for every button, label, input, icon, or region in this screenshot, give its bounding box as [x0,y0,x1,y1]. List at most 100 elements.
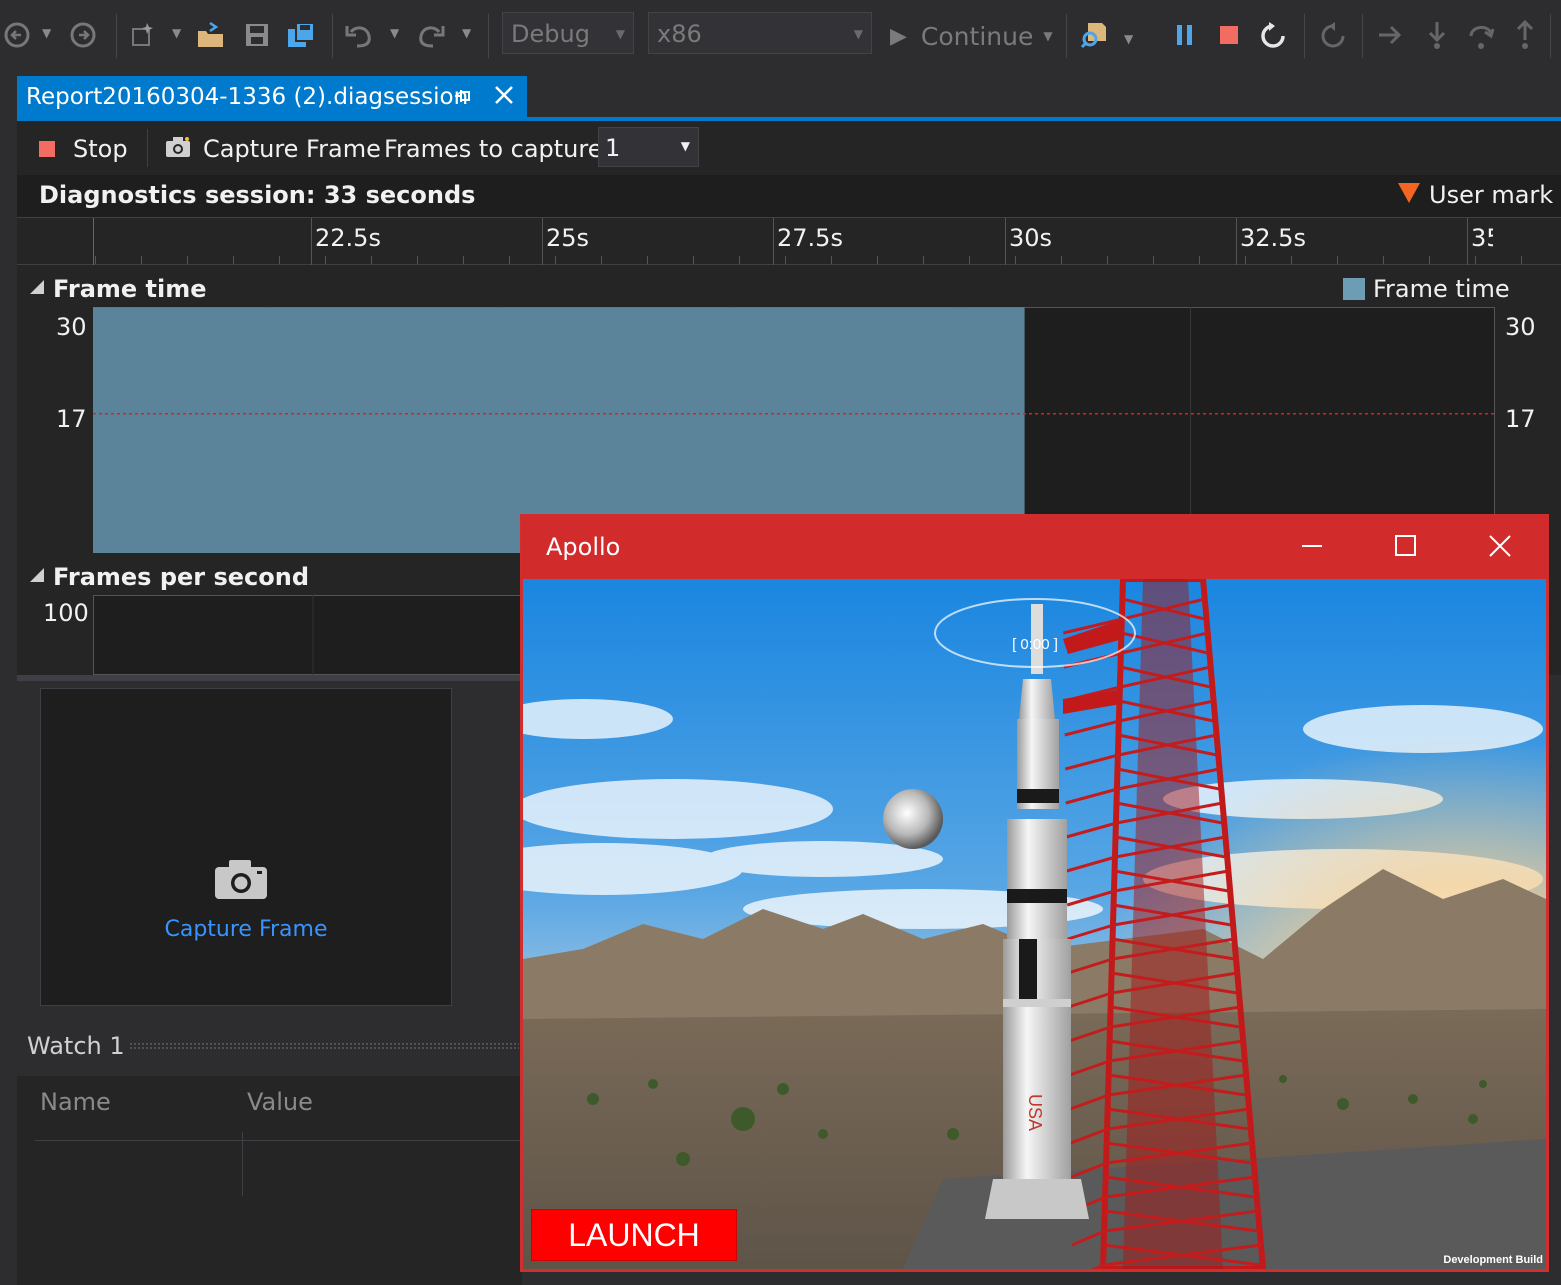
close-icon[interactable] [493,84,515,110]
ruler-tick-label: 22.5s [315,224,381,252]
continue-label: Continue [920,21,1034,51]
ruler-minor-tick [233,256,234,264]
step-out-icon[interactable] [1510,18,1540,52]
undo-icon[interactable] [344,18,374,52]
frame-time-right-tick: 17 [1505,405,1536,433]
ruler-minor-tick [1107,256,1108,264]
camera-icon [165,136,191,162]
ruler-minor-tick [1521,256,1522,264]
ruler-minor-tick [417,256,418,264]
fps-title: Frames per second [53,563,310,591]
continue-button[interactable]: ▶ Continue ▼ [890,14,1060,58]
frame-time-left-tick: 17 [56,405,87,433]
panel-splitter[interactable] [17,675,522,681]
ruler-tick-label: 35 [1471,224,1493,252]
collapse-triangle-icon [29,567,45,587]
watch-row-divider [35,1140,522,1141]
watch-column-value[interactable]: Value [247,1088,313,1116]
frame-time-right-tick: 30 [1505,313,1536,341]
user-mark-icon [1397,182,1421,208]
ruler-minor-tick [95,256,96,264]
step-over-icon[interactable] [1466,18,1496,52]
ruler-minor-tick [693,256,694,264]
ruler-minor-tick [1475,256,1476,264]
apollo-app-window: Apollo USA [0:00] Development Build LA… [520,514,1549,1272]
ruler-minor-tick [1337,256,1338,264]
ruler-tick-label: 25s [546,224,590,252]
watch-window: Watch 1 Name Value [17,1020,522,1285]
ruler-tick-label: 30s [1009,224,1053,252]
chevron-down-icon[interactable]: ▼ [172,26,181,40]
forward-icon[interactable] [68,18,98,52]
rocket-usa-label: USA [1025,1094,1045,1131]
timeline-ruler[interactable]: 22.5s 25s 27.5s 30s 32.5s 35 [17,217,1561,265]
launch-button[interactable]: LAUNCH [531,1209,737,1261]
ruler-minor-tick [463,256,464,264]
find-icon[interactable] [1080,18,1110,52]
stop-icon[interactable] [1214,18,1244,52]
launch-button-label: LAUNCH [568,1216,700,1253]
frame-time-title: Frame time [53,275,207,303]
development-build-label: Development Build [1443,1254,1543,1266]
chevron-down-icon: ▼ [853,27,863,41]
watch-title-bar[interactable]: Watch 1 [17,1020,522,1076]
apollo-title-bar[interactable]: Apollo [521,515,1548,579]
collapse-triangle-icon [29,279,45,299]
watch-grip [129,1042,519,1050]
frame-time-left-tick: 30 [56,313,87,341]
minimize-icon[interactable] [1301,533,1323,561]
ruler-minor-tick [923,256,924,264]
ruler-minor-tick [187,256,188,264]
ruler-minor-ticks [17,256,1561,264]
frame-time-legend: Frame time [1343,275,1510,303]
maximize-icon[interactable] [1395,535,1417,561]
stop-label: Stop [73,135,128,163]
watch-column-name[interactable]: Name [40,1088,111,1116]
chevron-down-icon[interactable]: ▼ [462,26,471,40]
step-into-icon[interactable] [1422,18,1452,52]
capture-frame-placeholder[interactable]: Capture Frame [40,688,452,1006]
configuration-dropdown[interactable]: Debug ▼ [502,12,634,54]
chevron-down-icon[interactable]: ▼ [42,26,51,40]
chevron-down-icon[interactable]: ▼ [1124,32,1133,46]
frame-time-section-header[interactable]: Frame time [29,275,207,303]
user-mark-label: User mark [1429,181,1554,209]
ruler-minor-tick [831,256,832,264]
show-next-statement-icon[interactable] [1376,18,1406,52]
launch-pad-scene: USA [ 0:00 ] Development Build [523,579,1546,1269]
configuration-value: Debug [511,20,590,48]
ruler-tick-label: 27.5s [777,224,843,252]
save-icon[interactable] [242,18,272,52]
open-folder-icon[interactable] [196,18,226,52]
refresh-icon[interactable] [1318,18,1348,52]
redo-icon[interactable] [416,18,446,52]
ruler-minor-tick [969,256,970,264]
back-icon[interactable] [2,18,32,52]
capture-frame-link[interactable]: Capture Frame [41,917,451,942]
ruler-minor-tick [647,256,648,264]
platform-dropdown[interactable]: x86 ▼ [648,12,872,54]
chevron-down-icon: ▼ [1043,29,1053,43]
ruler-minor-tick [1015,256,1016,264]
capture-frame-button[interactable]: Capture Frame [165,129,381,169]
frames-to-capture-dropdown[interactable]: 1 ▼ [598,127,699,167]
stop-button[interactable]: Stop [39,129,128,169]
ruler-minor-tick [601,256,602,264]
watch-title: Watch 1 [27,1032,125,1060]
ruler-minor-tick [1061,256,1062,264]
chevron-down-icon[interactable]: ▼ [390,26,399,40]
new-project-icon[interactable] [128,18,158,52]
close-icon[interactable] [1489,535,1511,561]
ruler-minor-tick [279,256,280,264]
game-viewport[interactable]: USA [ 0:00 ] Development Build LAUNCH [523,579,1546,1269]
save-all-icon[interactable] [286,18,316,52]
pause-icon[interactable] [1170,18,1200,52]
fps-section-header[interactable]: Frames per second [29,563,309,591]
ruler-minor-tick [1291,256,1292,264]
pin-icon[interactable] [453,86,473,111]
tab-diagsession[interactable]: Report20160304-1336 (2).diagsession [17,76,527,120]
session-duration: Diagnostics session: 33 seconds [39,181,476,209]
restart-icon[interactable] [1258,18,1288,52]
ruler-minor-tick [325,256,326,264]
watch-header-row: Name Value [17,1076,522,1196]
